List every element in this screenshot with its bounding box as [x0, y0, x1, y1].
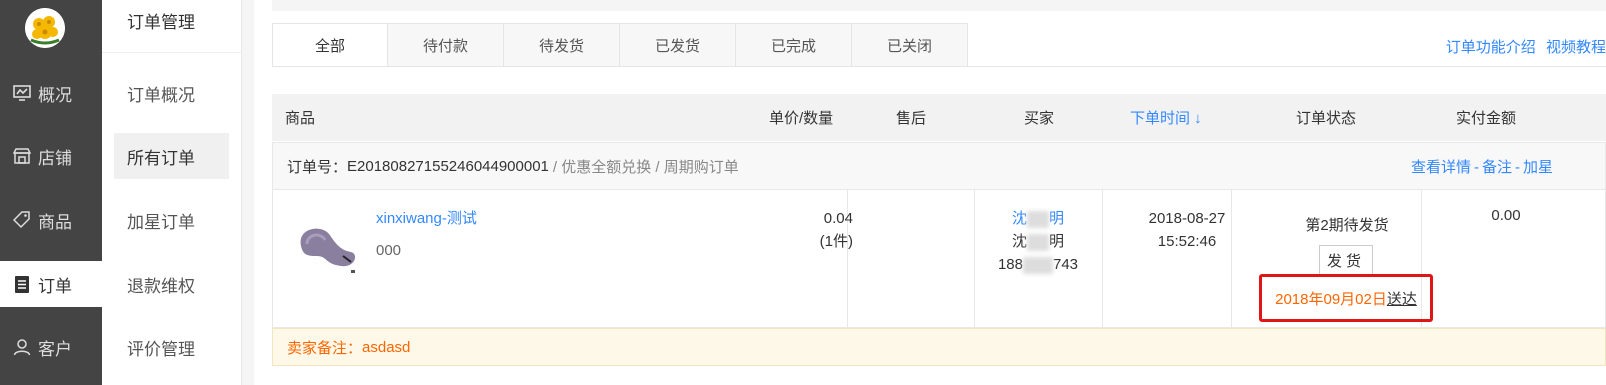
redaction-blur: [1027, 210, 1049, 228]
nav-item-label: 客户: [38, 339, 72, 359]
nav-item-customers[interactable]: 客户: [0, 324, 102, 370]
tab-shipped[interactable]: 已发货: [620, 23, 736, 67]
remark-label: 卖家备注：: [287, 339, 363, 357]
main-content: 全部 待付款 待发货 已发货 已完成 已关闭 订单功能介绍 视频教程 商品 单价…: [254, 0, 1606, 385]
unit-price: 0.04: [823, 210, 853, 227]
add-star-link[interactable]: 加星: [1523, 159, 1553, 176]
top-strip: [272, 0, 1606, 11]
order-number: E20180827155246044900001: [347, 157, 549, 175]
shop-icon: [12, 146, 32, 166]
nav-item-goods[interactable]: 商品: [0, 197, 102, 243]
order-feature-intro-link[interactable]: 订单功能介绍: [1446, 39, 1536, 56]
ship-button[interactable]: 发货: [1319, 245, 1373, 275]
nav-item-label: 订单: [38, 276, 72, 296]
order-time-cell: 2018-08-27 15:52:46: [1123, 207, 1251, 253]
product-name-link[interactable]: xinxiwang-测试: [376, 207, 477, 228]
nav-item-label: 概况: [38, 85, 72, 105]
divider: [272, 66, 1606, 67]
tab-completed[interactable]: 已完成: [736, 23, 852, 67]
order-row: xinxiwang-测试 000 0.04 (1件) 沈明 沈明 188 743 …: [272, 190, 1606, 328]
video-tutorial-link[interactable]: 视频教程: [1546, 39, 1606, 56]
separator: -: [1473, 159, 1479, 176]
nav-item-label: 商品: [38, 212, 72, 232]
buyer-name: 沈: [1011, 233, 1027, 250]
subnav-item-all-orders[interactable]: 所有订单: [114, 133, 229, 179]
subnav-title: 订单管理: [127, 13, 195, 32]
th-after-sale: 售后: [896, 110, 927, 127]
delivery-date: 2018年09月02日: [1275, 290, 1387, 308]
primary-sidebar: 概况 店铺 商品 订单 客户: [0, 0, 102, 385]
nav-item-overview[interactable]: 概况: [0, 70, 102, 116]
paid-amount: 0.00: [1491, 207, 1521, 224]
tab-all[interactable]: 全部: [272, 23, 388, 67]
redaction-blur: [1023, 256, 1053, 274]
nav-item-label: 店铺: [38, 148, 72, 168]
buyer-name-link-end[interactable]: 明: [1049, 210, 1064, 227]
th-price-qty: 单价/数量: [769, 110, 834, 127]
redaction-blur: [1027, 233, 1049, 251]
help-links: 订单功能介绍 视频教程: [1440, 36, 1606, 57]
buyer-name-link[interactable]: 沈: [1012, 210, 1027, 227]
subnav-item-order-overview[interactable]: 订单概况: [114, 70, 229, 116]
secondary-sidebar: 订单管理 订单概况 所有订单 加星订单 退款维权 评价管理: [102, 0, 242, 385]
product-thumbnail[interactable]: [291, 216, 363, 276]
buyer-phone-start: 188: [997, 256, 1023, 273]
delivery-link[interactable]: 送达: [1387, 288, 1417, 309]
tab-closed[interactable]: 已关闭: [852, 23, 968, 67]
delivery-date-highlight: 2018年09月02日 送达: [1259, 274, 1433, 322]
order-tags: / 优惠全额兑换 / 周期购订单: [552, 158, 739, 176]
buyer-name-end: 明: [1049, 233, 1065, 250]
subnav-item-reviews[interactable]: 评价管理: [114, 324, 229, 370]
nav-item-shop[interactable]: 店铺: [0, 133, 102, 179]
tag-icon: [12, 210, 32, 230]
separator: -: [1514, 159, 1520, 176]
nav-item-orders[interactable]: 订单: [0, 261, 102, 307]
order-number-label: 订单号：: [287, 158, 348, 176]
order-actions: 查看详情 - 备注 - 加星: [1411, 156, 1553, 177]
order-status-text: 第2期待发货: [1305, 217, 1389, 234]
price-qty-cell: 0.04 (1件): [793, 207, 853, 253]
th-order-time-sort[interactable]: 下单时间 ↓: [1130, 94, 1202, 141]
product-spec: 000: [376, 242, 402, 259]
subnav-item-starred-orders[interactable]: 加星订单: [114, 197, 229, 243]
th-product: 商品: [285, 110, 316, 127]
th-paid-amount: 实付金额: [1456, 110, 1517, 127]
add-note-link[interactable]: 备注: [1482, 159, 1512, 176]
order-date: 2018-08-27: [1148, 210, 1226, 227]
remark-value: asdasd: [362, 338, 411, 356]
divider: [102, 52, 242, 53]
th-order-status: 订单状态: [1296, 110, 1357, 127]
view-details-link[interactable]: 查看详情: [1411, 159, 1471, 176]
tab-pending-shipment[interactable]: 待发货: [504, 23, 620, 67]
tab-pending-payment[interactable]: 待付款: [388, 23, 504, 67]
quantity: (1件): [819, 233, 853, 250]
order-header: 订单号： E20180827155246044900001 / 优惠全额兑换 /…: [272, 142, 1606, 190]
subnav-item-refunds[interactable]: 退款维权: [114, 261, 229, 307]
table-header: 商品 单价/数量 售后 买家 下单时间 ↓ 订单状态 实付金额: [272, 94, 1606, 141]
order-icon: [12, 274, 32, 294]
buyer-cell: 沈明 沈明 188 743: [973, 207, 1103, 276]
user-icon: [12, 337, 32, 357]
order-tabs: 全部 待付款 待发货 已发货 已完成 已关闭: [272, 23, 968, 67]
th-buyer: 买家: [1024, 110, 1055, 127]
order-clock: 15:52:46: [1157, 233, 1217, 250]
shop-logo[interactable]: [25, 8, 65, 48]
seller-remark: 卖家备注： asdasd: [272, 328, 1606, 366]
overview-icon: [12, 83, 32, 103]
buyer-phone-end: 743: [1053, 256, 1079, 273]
